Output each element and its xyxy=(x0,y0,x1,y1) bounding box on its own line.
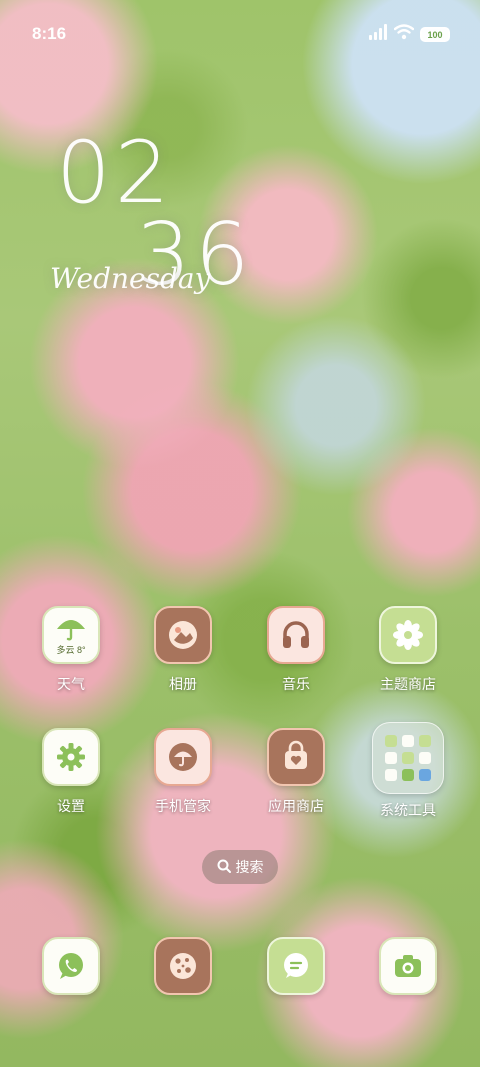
dock-messages[interactable] xyxy=(246,937,346,995)
signal-icon xyxy=(368,24,388,45)
app-gallery[interactable]: 相册 xyxy=(133,606,233,694)
search-button[interactable]: 搜索 xyxy=(202,850,278,884)
search-icon xyxy=(217,859,231,876)
weather-summary: 多云 8° xyxy=(56,644,86,655)
dock-phone[interactable] xyxy=(21,937,121,995)
folder-app-icon xyxy=(402,735,414,747)
clock-day: Wednesday xyxy=(50,262,211,295)
app-phone-manager[interactable]: 手机管家 xyxy=(133,728,233,816)
app-label: 系统工具 xyxy=(380,802,436,818)
weather-umbrella-icon: 多云 8° xyxy=(42,606,100,664)
phone-icon xyxy=(42,937,100,995)
app-label: 音乐 xyxy=(282,676,310,692)
theme-flower-icon xyxy=(379,606,437,664)
folder-app-icon xyxy=(402,769,414,781)
folder-app-icon xyxy=(419,735,431,747)
folder-app-icon xyxy=(402,752,414,764)
gear-icon xyxy=(42,728,100,786)
search-label: 搜索 xyxy=(235,859,264,875)
app-store-bag-icon xyxy=(267,728,325,786)
folder-app-icon xyxy=(385,735,397,747)
dock-camera[interactable] xyxy=(358,937,458,995)
app-music[interactable]: 音乐 xyxy=(246,606,346,694)
app-theme-store[interactable]: 主题商店 xyxy=(358,606,458,694)
folder-app-icon xyxy=(385,769,397,781)
app-app-store[interactable]: 应用商店 xyxy=(246,728,346,816)
dock-browser[interactable] xyxy=(133,937,233,995)
battery-icon: 100 xyxy=(420,27,450,42)
app-folder-system-tools[interactable]: 系统工具 xyxy=(358,722,458,820)
app-label: 应用商店 xyxy=(268,798,324,814)
messages-icon xyxy=(267,937,325,995)
folder-app-icon xyxy=(419,752,431,764)
clock-hour: 02 xyxy=(56,123,174,223)
app-settings[interactable]: 设置 xyxy=(21,728,121,816)
folder-app-icon xyxy=(385,752,397,764)
wifi-icon xyxy=(393,24,415,45)
app-label: 设置 xyxy=(57,798,85,814)
browser-cookie-icon xyxy=(154,937,212,995)
folder-icon xyxy=(372,722,444,794)
status-icons: 100 xyxy=(368,24,450,45)
folder-app-icon xyxy=(419,769,431,781)
camera-icon xyxy=(379,937,437,995)
gallery-icon xyxy=(154,606,212,664)
app-label: 手机管家 xyxy=(155,798,211,814)
app-label: 相册 xyxy=(169,676,197,692)
app-label: 主题商店 xyxy=(380,676,436,692)
headphones-icon xyxy=(267,606,325,664)
app-weather[interactable]: 多云 8° 天气 xyxy=(21,606,121,694)
status-bar: 8:16 100 xyxy=(0,20,480,48)
app-label: 天气 xyxy=(57,676,85,692)
phone-manager-umbrella-icon xyxy=(154,728,212,786)
status-time: 8:16 xyxy=(32,24,67,43)
